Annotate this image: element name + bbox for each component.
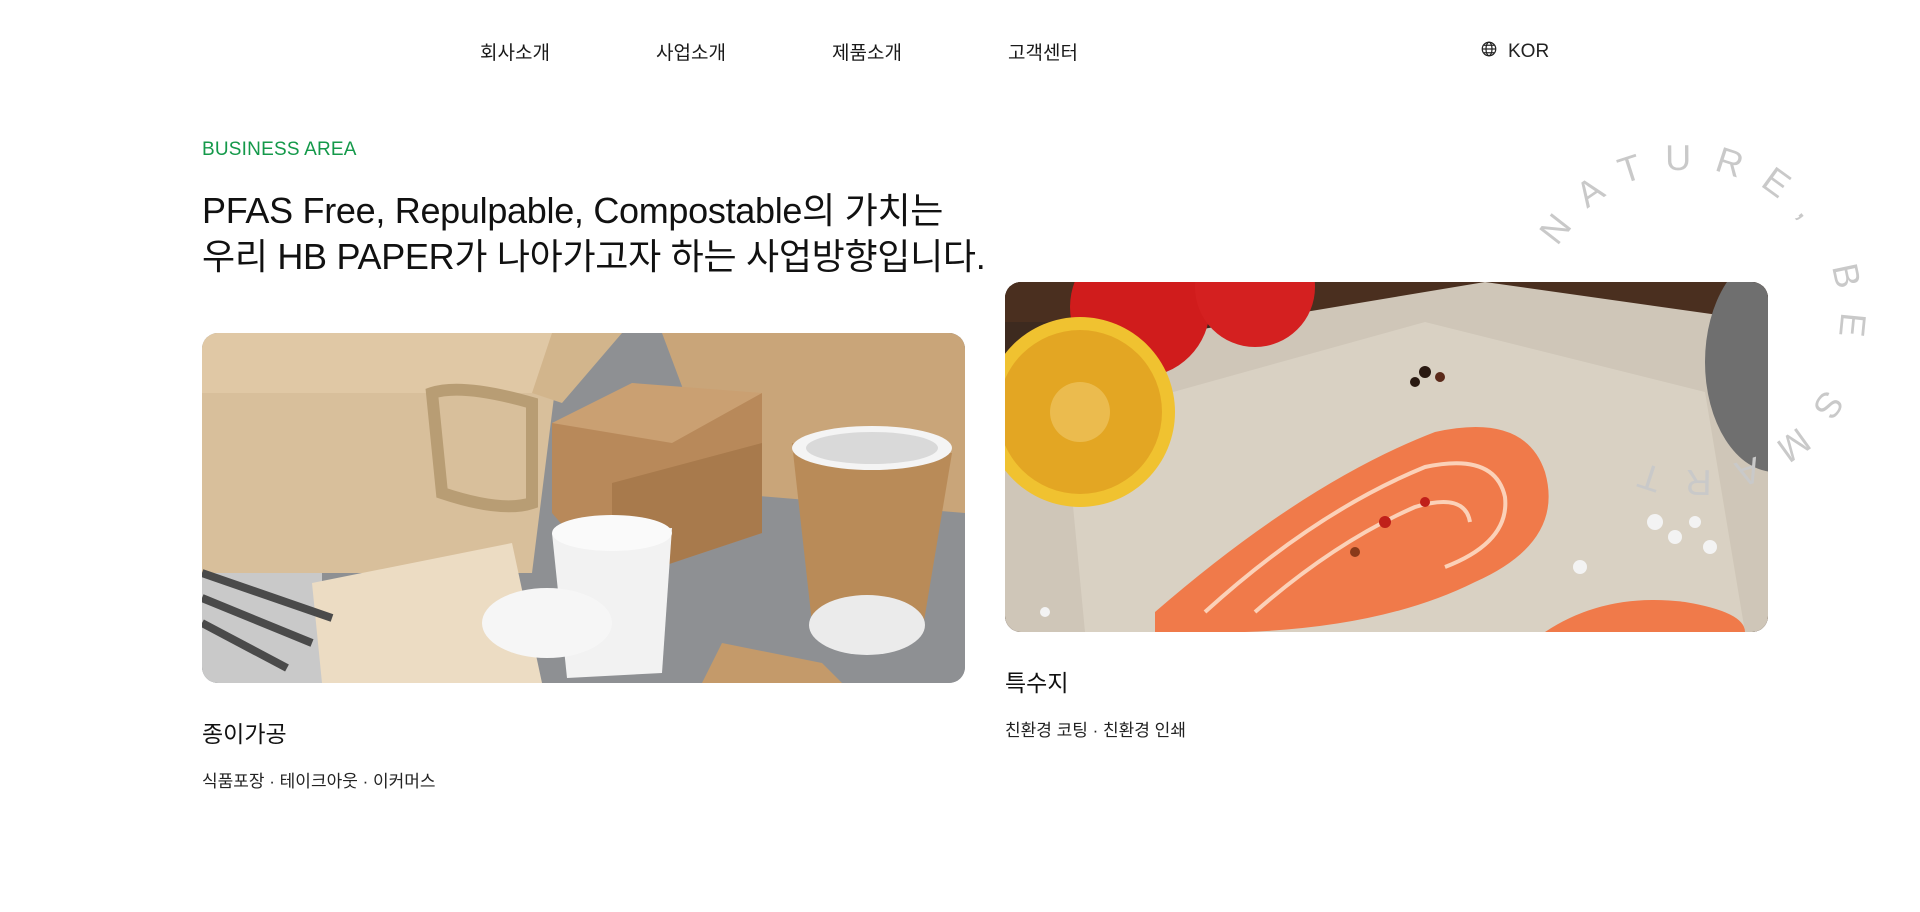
section-eyebrow: BUSINESS AREA xyxy=(202,139,357,160)
card-description: 친환경 코팅 · 친환경 인쇄 xyxy=(1005,721,1186,740)
salmon-on-paper-image xyxy=(1005,282,1768,632)
card-description: 식품포장 · 테이크아웃 · 이커머스 xyxy=(202,772,436,791)
nav-item-business[interactable]: 사업소개 xyxy=(656,38,726,65)
nav-item-support[interactable]: 고객센터 xyxy=(1008,38,1078,65)
section-headline: PFAS Free, Repulpable, Compostable의 가치는 … xyxy=(202,188,986,280)
globe-icon xyxy=(1480,40,1498,64)
global-navigation: 회사소개 사업소개 제품소개 고객센터 KOR xyxy=(0,0,1920,100)
card-title: 종이가공 xyxy=(202,721,287,747)
nav-item-products[interactable]: 제품소개 xyxy=(832,38,902,65)
language-label: KOR xyxy=(1508,41,1550,62)
headline-line-1: PFAS Free, Repulpable, Compostable의 가치는 xyxy=(202,190,944,231)
headline-line-2: 우리 HB PAPER가 나아가고자 하는 사업방향입니다. xyxy=(202,236,986,277)
nav-item-company[interactable]: 회사소개 xyxy=(480,38,550,65)
language-selector[interactable]: KOR xyxy=(1480,40,1549,64)
card-title: 특수지 xyxy=(1005,670,1069,696)
business-card-specialty-paper[interactable]: 특수지 친환경 코팅 · 친환경 인쇄 xyxy=(1005,282,1768,741)
paper-packaging-image xyxy=(202,333,965,683)
business-card-paper-processing[interactable]: 종이가공 식품포장 · 테이크아웃 · 이커머스 xyxy=(202,333,965,792)
